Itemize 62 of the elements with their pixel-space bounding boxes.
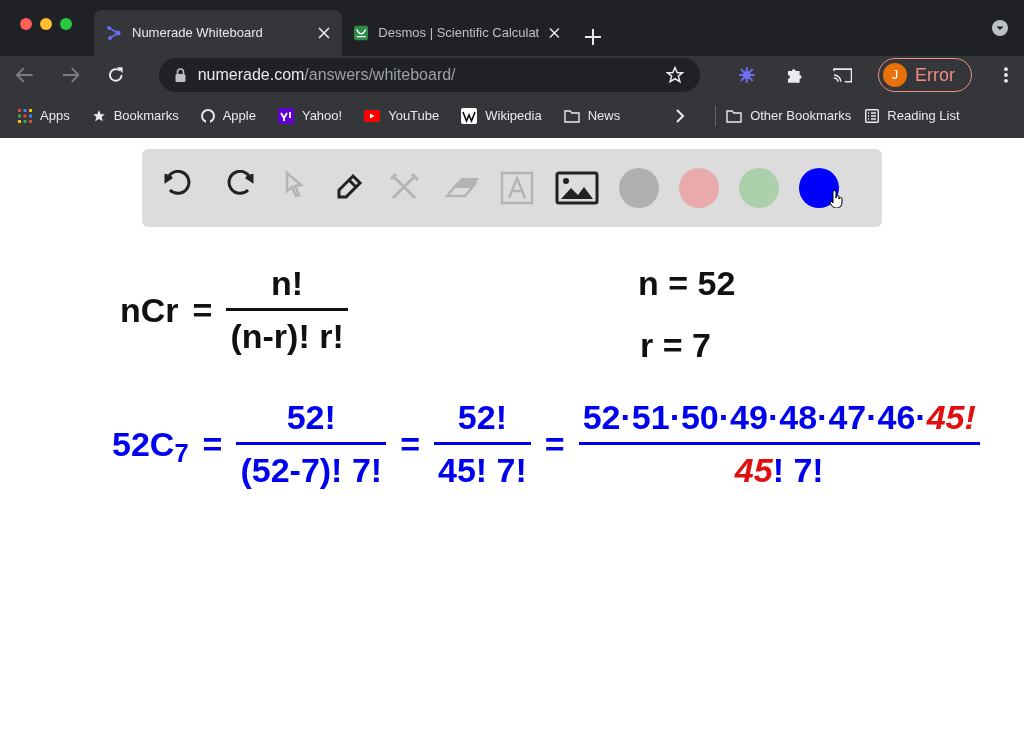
close-icon[interactable]	[549, 27, 560, 39]
denominator-text: 45! 7!	[438, 453, 527, 487]
handwritten-text: =	[400, 426, 420, 461]
tab-search-icon[interactable]	[992, 20, 1008, 36]
extension-icon[interactable]	[737, 66, 756, 84]
close-window-button[interactable]	[20, 18, 32, 30]
maximize-window-button[interactable]	[60, 18, 72, 30]
forward-icon[interactable]	[61, 67, 80, 83]
w-icon	[461, 108, 478, 124]
handwritten-text: =	[202, 426, 223, 461]
bookmark[interactable]: Apple	[200, 106, 256, 126]
numerator-text: 52·51·50·49·48·47·46·	[582, 400, 927, 434]
cast-icon[interactable]	[832, 67, 853, 83]
color-swatch[interactable]	[679, 168, 719, 208]
bookmark[interactable]: Reading List	[865, 106, 960, 126]
minimize-window-button[interactable]	[40, 18, 52, 30]
reload-icon[interactable]	[107, 66, 125, 84]
handwritten-text: nCr	[120, 292, 179, 327]
bookmark[interactable]: Apps	[18, 106, 70, 126]
star-icon	[91, 109, 106, 123]
folder-icon	[563, 109, 580, 123]
hand-cursor-icon	[829, 190, 843, 208]
handwritten-text: r = 7	[640, 328, 711, 362]
bookmark[interactable]: Wikipedia	[461, 106, 542, 126]
browser-tab[interactable]: Numerade Whiteboard	[94, 10, 342, 56]
lock-icon	[174, 68, 186, 82]
handwritten-text: 52C$_{7}$	[112, 426, 189, 461]
handwritten-text: =	[192, 292, 213, 327]
menu-icon[interactable]	[1004, 67, 1008, 83]
bookmark[interactable]: Bookmarks	[91, 106, 179, 126]
numerator-text: n!	[271, 266, 304, 300]
folder-icon	[726, 109, 743, 123]
color-swatch[interactable]	[619, 168, 659, 208]
apps-icon	[18, 109, 32, 123]
denominator-text: (52-7)! 7!	[240, 453, 383, 487]
handwritten-text: n = 52	[638, 266, 736, 300]
color-swatch[interactable]	[739, 168, 779, 208]
bookmark[interactable]: News	[563, 106, 621, 126]
app-icon	[354, 25, 369, 41]
play-icon	[364, 110, 381, 122]
bookmark[interactable]: Other Bookmarks	[726, 106, 852, 126]
numerator-text: 52!	[457, 400, 507, 434]
address-bar[interactable]: numerade.com/answers/whiteboard/	[158, 58, 700, 92]
back-icon[interactable]	[16, 67, 34, 83]
bookmark[interactable]: YouTube	[364, 106, 440, 126]
bookmark[interactable]: Yahoo!	[277, 106, 343, 126]
chevron-icon[interactable]	[676, 109, 686, 123]
numerator-text: 52!	[286, 400, 336, 434]
denominator-text: (n-r)! r!	[230, 319, 344, 353]
list-icon	[865, 109, 880, 123]
close-icon[interactable]	[318, 27, 330, 39]
denominator-text: ! 7!	[772, 453, 824, 487]
new-tab-icon[interactable]	[584, 28, 602, 46]
handwritten-text: =	[544, 426, 565, 461]
url-text: numerade.com/answers/whiteboard/	[197, 65, 457, 85]
denominator-text: 45	[734, 453, 773, 487]
numerator-text: 45!	[926, 400, 976, 434]
avatar: J	[883, 63, 908, 87]
app-icon	[106, 25, 122, 41]
star-icon[interactable]	[665, 66, 684, 84]
yahoo-icon	[277, 108, 294, 124]
browser-tab[interactable]: Desmos | Scientific Calculat	[342, 10, 572, 56]
